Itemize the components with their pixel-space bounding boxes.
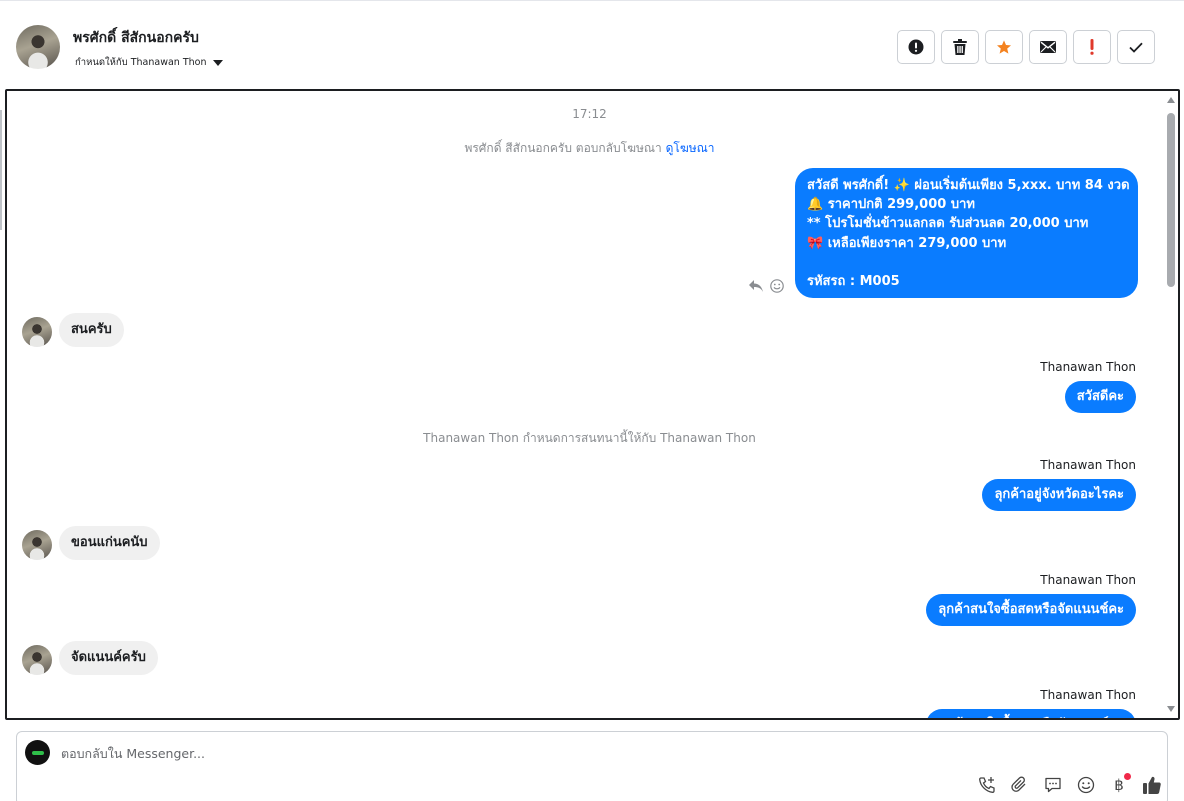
customer-avatar[interactable]	[22, 317, 52, 347]
assignee-label: กำหนดให้กับ Thanawan Thon	[75, 57, 207, 68]
contact-avatar[interactable]	[16, 25, 60, 69]
conversation-header: พรศักดิ์ สีสักนอกครับ กำหนดให้กับ Thanaw…	[0, 0, 1184, 90]
message-hover-tools	[748, 279, 784, 293]
like-button[interactable]	[1142, 775, 1162, 795]
header-actions	[897, 30, 1155, 64]
payment-button[interactable]: ฿	[1109, 773, 1131, 795]
saved-replies-button[interactable]	[1043, 775, 1063, 795]
customer-avatar[interactable]	[22, 645, 52, 675]
scroll-down-arrow[interactable]	[1167, 706, 1175, 712]
left-panel-edge	[0, 110, 2, 230]
paperclip-icon	[1011, 776, 1026, 792]
star-button[interactable]	[985, 30, 1023, 64]
message-thread[interactable]: 17:12 พรศักดิ์ สีสักนอกครับ ตอบกลับโฆษณา…	[5, 89, 1180, 720]
assignment-notice: Thanawan Thon กำหนดการสนทนานี้ให้กับ Tha…	[423, 431, 756, 445]
mark-unread-button[interactable]	[1029, 30, 1067, 64]
composer-toolbar: ฿	[977, 773, 1162, 795]
mark-done-button[interactable]	[1117, 30, 1155, 64]
exclamation-circle-icon	[908, 39, 924, 55]
ad-message-spacer	[807, 253, 1126, 272]
incoming-message[interactable]: ขอนแก่นคนับ	[59, 526, 160, 560]
ad-message-line: สวัสดี พรศักดิ์! ✨ ผ่อนเริ่มต้นเพียง 5,x…	[807, 178, 1130, 193]
chat-bubble-icon	[1045, 777, 1061, 793]
envelope-icon	[1040, 41, 1056, 53]
reply-input[interactable]	[61, 746, 761, 761]
follow-up-button[interactable]	[1073, 30, 1111, 64]
call-add-button[interactable]	[977, 775, 997, 795]
ad-message-line: 🎀 เหลือเพียงราคา 279,000 บาท	[807, 235, 1007, 251]
view-ad-link[interactable]: ดูโฆษณา	[666, 141, 715, 155]
reply-composer: ฿	[16, 731, 1168, 801]
star-icon	[997, 40, 1011, 54]
exclamation-icon	[1090, 39, 1094, 55]
ad-reply-text: พรศักดิ์ สีสักนอกครับ ตอบกลับโฆษณา	[464, 141, 662, 155]
incoming-message[interactable]: จัดแนนค์ครับ	[59, 641, 158, 675]
notification-dot	[1124, 773, 1131, 780]
customer-avatar[interactable]	[22, 530, 52, 560]
caret-down-icon	[212, 59, 223, 66]
check-icon	[1129, 42, 1143, 53]
outgoing-message[interactable]: ลุกค้าสนใจซื้อสดหรือจัดแนนช์คะ	[926, 709, 1136, 718]
sender-name: Thanawan Thon	[1040, 573, 1136, 587]
outgoing-message[interactable]: ลุกค้าสนใจซื้อสดหรือจัดแนนช์คะ	[926, 594, 1136, 626]
ad-message-line: 🔔 ราคาปกติ 299,000 บาท	[807, 197, 975, 213]
report-spam-button[interactable]	[897, 30, 935, 64]
ad-message-line: รหัสรถ : M005	[807, 273, 900, 289]
emoji-button[interactable]	[1076, 775, 1096, 795]
thumbs-up-icon	[1143, 776, 1161, 794]
sender-name: Thanawan Thon	[1040, 688, 1136, 702]
baht-icon: ฿	[1114, 776, 1124, 794]
delete-button[interactable]	[941, 30, 979, 64]
attach-button[interactable]	[1010, 775, 1030, 795]
incoming-message[interactable]: สนครับ	[59, 313, 124, 347]
trash-icon	[953, 39, 967, 55]
outgoing-ad-message[interactable]: สวัสดี พรศักดิ์! ✨ ผ่อนเริ่มต้นเพียง 5,x…	[795, 168, 1138, 298]
sender-name: Thanawan Thon	[1040, 360, 1136, 374]
message-timestamp: 17:12	[572, 107, 607, 121]
contact-name[interactable]: พรศักดิ์ สีสักนอกครับ	[73, 27, 199, 49]
assignee-dropdown[interactable]: กำหนดให้กับ Thanawan Thon	[75, 55, 223, 70]
scroll-up-arrow[interactable]	[1167, 97, 1175, 103]
reply-icon[interactable]	[748, 279, 764, 293]
react-emoji-icon[interactable]	[770, 279, 784, 293]
call-add-icon	[979, 777, 995, 793]
ad-reply-notice: พรศักดิ์ สีสักนอกครับ ตอบกลับโฆษณา ดูโฆษ…	[7, 139, 1172, 158]
outgoing-message[interactable]: สวัสดีคะ	[1064, 381, 1136, 413]
outgoing-message[interactable]: ลุกค้าอยู่จังหวัดอะไรคะ	[982, 479, 1136, 511]
ad-message-line: ** โปรโมชั่นข้าวแลกลด รับส่วนลด 20,000 บ…	[807, 216, 1089, 232]
sender-name: Thanawan Thon	[1040, 458, 1136, 472]
emoji-icon	[1077, 776, 1095, 794]
page-avatar	[25, 740, 50, 765]
inbox-app: พรศักดิ์ สีสักนอกครับ กำหนดให้กับ Thanaw…	[0, 0, 1184, 801]
